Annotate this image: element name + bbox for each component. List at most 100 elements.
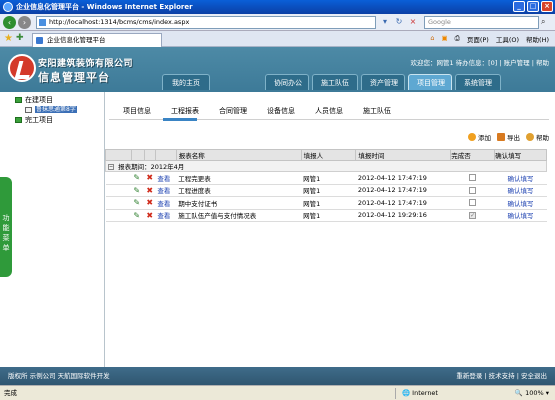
nav-project-management[interactable]: 项目管理 <box>408 74 452 90</box>
confirm-link[interactable]: 确认填写 <box>508 212 534 220</box>
maximize-button[interactable]: □ <box>527 1 539 12</box>
cell-time: 2012-04-12 19:29:16 <box>355 209 451 222</box>
feeds-icon[interactable]: ▣ <box>441 34 447 44</box>
cell-report-name: 工程完更表 <box>176 171 302 185</box>
stop-icon[interactable]: × <box>408 17 418 27</box>
export-button[interactable]: 导出 <box>497 132 520 142</box>
confirm-link[interactable]: 确认填写 <box>508 200 534 208</box>
home-icon[interactable]: ⌂ <box>430 34 434 44</box>
tab-page-icon <box>36 37 43 44</box>
view-link[interactable]: 查看 <box>157 200 170 208</box>
cell-report-name: 施工队伍产值与支付情况表 <box>176 209 302 222</box>
tab-equipment-info[interactable]: 设备信息 <box>257 105 305 117</box>
help-icon <box>526 133 534 141</box>
add-favorite-icon[interactable]: ✚ <box>16 33 24 43</box>
cell-time: 2012-04-12 17:47:19 <box>355 196 451 210</box>
tree-item-ongoing[interactable]: 在建项目 <box>15 95 77 105</box>
cmd-help[interactable]: 帮助(H) <box>526 34 549 44</box>
delete-icon[interactable]: ✖ <box>146 186 153 195</box>
nav-system-management[interactable]: 系统管理 <box>455 74 501 90</box>
edit-icon[interactable]: ✎ <box>133 198 140 207</box>
cmd-tools[interactable]: 工具(O) <box>496 34 519 44</box>
zoom-level[interactable]: 🔍 100% ▾ <box>515 386 549 400</box>
done-checkbox[interactable] <box>469 199 477 207</box>
confirm-link[interactable]: 确认填写 <box>508 175 534 183</box>
cmd-page[interactable]: 页面(P) <box>467 34 489 44</box>
sub-tabs: 项目信息 工程报表 合同管理 设备信息 人员信息 施工队伍 <box>113 105 401 117</box>
address-toolbar: ‹ › http://localhost:1314/bcms/cms/index… <box>0 14 555 31</box>
done-checkbox[interactable] <box>469 211 477 219</box>
print-icon[interactable]: ⎙ <box>455 34 460 44</box>
nav-construction-team[interactable]: 施工队伍 <box>312 74 358 90</box>
delete-icon[interactable]: ✖ <box>146 211 153 220</box>
main-nav: 我的主页 协同办公 施工队伍 资产管理 项目管理 系统管理 <box>0 72 555 92</box>
confirm-link[interactable]: 确认填写 <box>508 187 534 195</box>
help-button[interactable]: 帮助 <box>526 132 549 142</box>
copyright-text: 版权所 示例公司 天航国际软件开发 <box>8 372 110 380</box>
status-text: 完成 <box>4 389 17 397</box>
browser-tab[interactable]: 企业信息化管理平台 <box>32 33 162 47</box>
search-input[interactable]: Google <box>424 16 539 29</box>
logo-company-name: 安阳建筑装饰有限公司 <box>38 59 134 69</box>
done-checkbox[interactable] <box>469 186 477 194</box>
tree-subitem-selected[interactable]: 鲁抹思通第8字 <box>15 105 77 115</box>
footer-links[interactable]: 重新登录 | 技术支持 | 安全退出 <box>456 367 547 385</box>
edit-icon[interactable]: ✎ <box>133 186 140 195</box>
view-link[interactable]: 查看 <box>157 187 170 195</box>
search-icon[interactable]: ⌕ <box>541 17 545 27</box>
tree-item-completed[interactable]: 完工项目 <box>15 115 77 125</box>
table-row: ✎ ✖ 查看 期中支付证书 网管1 2012-04-12 17:47:19 确认… <box>105 196 547 210</box>
table-row: ✎ ✖ 查看 工程完更表 网管1 2012-04-12 17:47:19 确认填… <box>105 171 547 185</box>
edit-icon[interactable]: ✎ <box>133 173 140 182</box>
table-row: ✎ ✖ 查看 工程进度表 网管1 2012-04-12 17:47:19 确认填… <box>105 184 547 197</box>
nav-asset-management[interactable]: 资产管理 <box>361 74 405 90</box>
report-table: 报表名称 填报人 填报时间 完成否 确认填写 − 报表期间：2012年4月 ✎ … <box>105 149 547 222</box>
cell-time: 2012-04-12 17:47:19 <box>355 171 451 185</box>
delete-icon[interactable]: ✖ <box>146 198 153 207</box>
cell-report-name: 期中支付证书 <box>176 196 302 210</box>
tree-item-label: 完工项目 <box>25 116 53 124</box>
project-tree: 在建项目 鲁抹思通第8字 完工项目 <box>15 95 77 125</box>
nav-office[interactable]: 协同办公 <box>265 74 309 90</box>
favorites-star-icon[interactable]: ★ <box>4 33 13 44</box>
tab-engineering-reports[interactable]: 工程报表 <box>161 105 209 117</box>
nav-my-home[interactable]: 我的主页 <box>162 74 210 90</box>
minimize-button[interactable]: _ <box>513 1 525 12</box>
function-menu-tab[interactable]: 功能菜单 <box>0 177 12 277</box>
address-bar[interactable]: http://localhost:1314/bcms/cms/index.asp… <box>36 16 376 29</box>
col-report-time[interactable]: 填报时间 <box>355 149 452 161</box>
tab-construction-team[interactable]: 施工队伍 <box>353 105 401 117</box>
close-window-button[interactable]: × <box>541 1 553 12</box>
action-bar: 添加 导出 帮助 <box>468 132 549 142</box>
delete-icon[interactable]: ✖ <box>146 173 153 182</box>
col-confirm[interactable]: 确认填写 <box>494 149 547 161</box>
folder-icon <box>15 117 22 123</box>
tree-subitem-label: 鲁抹思通第8字 <box>35 106 77 113</box>
back-button[interactable]: ‹ <box>3 16 16 29</box>
tab-contract-management[interactable]: 合同管理 <box>209 105 257 117</box>
add-button[interactable]: 添加 <box>468 132 491 142</box>
collapse-icon[interactable]: − <box>108 164 114 170</box>
zone-label: 🌐 Internet <box>402 389 438 397</box>
edit-icon[interactable]: ✎ <box>133 211 140 220</box>
done-checkbox[interactable] <box>469 174 477 182</box>
col-report-name[interactable]: 报表名称 <box>175 149 302 161</box>
tab-personnel-info[interactable]: 人员信息 <box>305 105 353 117</box>
active-tab-indicator <box>163 118 197 121</box>
view-link[interactable]: 查看 <box>157 212 170 220</box>
export-label: 导出 <box>507 134 520 142</box>
forward-button[interactable]: › <box>18 16 31 29</box>
window-title: 企业信息化管理平台 - Windows Internet Explorer <box>16 3 193 11</box>
view-link[interactable]: 查看 <box>157 175 170 183</box>
dropdown-icon[interactable]: ▾ <box>380 17 390 27</box>
col-reporter[interactable]: 填报人 <box>300 149 357 161</box>
refresh-icon[interactable]: ↻ <box>394 17 404 27</box>
cell-reporter: 网管1 <box>301 209 356 222</box>
browser-tabbar: ★ ✚ 企业信息化管理平台 ⌂ ▣ ⎙ 页面(P) 工具(O) 帮助(H) <box>0 31 555 47</box>
export-icon <box>497 133 505 141</box>
tab-project-info[interactable]: 项目信息 <box>113 105 161 117</box>
welcome-text[interactable]: 欢迎您：网管1 待办信息：[0] | 账户管理 | 帮助 <box>410 57 549 67</box>
cell-time: 2012-04-12 17:47:19 <box>355 184 451 197</box>
document-icon <box>25 107 32 113</box>
col-done[interactable]: 完成否 <box>450 149 496 161</box>
